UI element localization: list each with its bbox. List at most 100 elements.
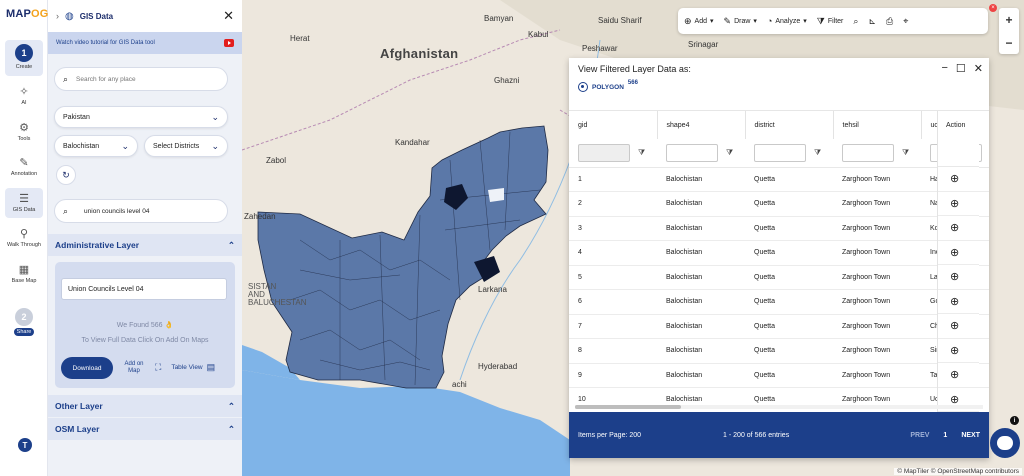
admin-layer-header[interactable]: Administrative Layer ⌃	[48, 234, 242, 256]
zoom-to-feature-icon[interactable]: ⊕	[938, 314, 979, 339]
help-button[interactable]: T	[18, 438, 32, 452]
filter-icon[interactable]: ⧩	[638, 148, 645, 158]
analyze-icon: ◔	[766, 16, 773, 26]
next-button[interactable]: NEXT	[961, 432, 980, 439]
map-label-srinagar: Srinagar	[688, 40, 719, 49]
close-icon[interactable]: ✕	[223, 8, 234, 24]
download-button[interactable]: Download	[61, 357, 113, 379]
tutorial-text: Watch video tutorial for GIS Data tool	[56, 40, 155, 46]
zoom-in-button[interactable]: +	[999, 8, 1019, 31]
col-district[interactable]: district	[745, 111, 834, 139]
map-label-bamyan: Bamyan	[484, 14, 514, 23]
print-button[interactable]: ⎙	[886, 16, 893, 27]
col-shape4[interactable]: shape4	[657, 111, 746, 139]
chevron-down-icon: ⌄	[211, 140, 219, 151]
items-per-page[interactable]: Items per Page: 200	[578, 432, 641, 439]
cell-tehsil: Zarghoon Town	[833, 338, 921, 364]
table-footer: Items per Page: 200 1 - 200 of 566 entri…	[569, 412, 989, 458]
zoom-to-feature-icon[interactable]: ⊕	[938, 192, 979, 216]
zoom-to-feature-icon[interactable]: ⊕	[938, 216, 979, 241]
table-row[interactable]: 9 Balochistan Quetta Zarghoon Town Ta	[569, 363, 989, 388]
filter-icon[interactable]: ⧩	[902, 148, 909, 158]
table-row[interactable]: 6 Balochistan Quetta Zarghoon Town Go	[569, 289, 989, 315]
filter-button[interactable]: ⧩ Filter	[817, 16, 844, 27]
rail-walkthrough[interactable]: ⚲ Walk Through	[5, 226, 43, 249]
zoom-to-feature-icon[interactable]: ⊕	[938, 363, 979, 388]
toolbar-close-icon[interactable]: ×	[989, 4, 997, 12]
entries-range: 1 - 200 of 566 entries	[723, 431, 790, 439]
map-toolbar: ⊕ Add ▾ ✎ Draw ▾ ◔ Analyze ▾ ⧩ Filter ⌕ ⊾ ⎙ ⌖	[678, 8, 988, 34]
layer-name-field[interactable]: Union Councils Level 04	[61, 278, 227, 300]
other-layer-header[interactable]: Other Layer ⌃	[48, 395, 242, 417]
locate-button[interactable]: ⌖	[903, 16, 908, 27]
search-map-button[interactable]: ⌕	[853, 16, 858, 27]
filter-input-gid[interactable]	[578, 143, 630, 162]
app-logo[interactable]: MAPOG	[6, 8, 49, 20]
draw-button[interactable]: ✎ Draw ▾	[724, 16, 757, 27]
cell-district: Quetta	[745, 289, 833, 315]
gis-globe-icon: ◍	[65, 10, 74, 22]
chevron-down-icon: ⌄	[121, 140, 129, 151]
add-button[interactable]: ⊕ Add ▾	[684, 16, 714, 27]
table-row[interactable]: 2 Balochistan Quetta Zarghoon Town Na	[569, 191, 989, 217]
rail-ai-label: AI	[21, 100, 27, 106]
district-select[interactable]: Select Districts ⌄	[144, 135, 228, 157]
add-on-map-button[interactable]: Add on Map	[121, 361, 147, 375]
refresh-icon[interactable]: ↻	[56, 165, 76, 185]
left-rail: MAPOG 1 Create ✧ AI ⚙ Tools ✎ Annotation…	[0, 0, 48, 476]
country-select[interactable]: Pakistan ⌄	[54, 106, 228, 128]
analyze-button[interactable]: ◔ Analyze ▾	[767, 16, 807, 26]
table-header-row: gid shape4 district tehsil uc	[569, 111, 989, 139]
col-gid[interactable]: gid	[569, 111, 658, 139]
info-icon[interactable]: i	[1010, 416, 1019, 425]
table-row[interactable]: 4 Balochistan Quetta Zarghoon Town Inc	[569, 240, 989, 266]
province-select[interactable]: Balochistan ⌄	[54, 135, 138, 157]
zoom-out-button[interactable]: −	[999, 31, 1019, 54]
chat-button[interactable]	[990, 428, 1020, 458]
cell-shape4: Balochistan	[657, 216, 745, 241]
layer-search[interactable]: ⌕ union councils level 04	[54, 199, 228, 223]
filter-icon[interactable]: ⧩	[726, 148, 733, 158]
cell-tehsil: Zarghoon Town	[833, 363, 921, 388]
rail-annotation[interactable]: ✎ Annotation	[5, 155, 43, 178]
measure-button[interactable]: ⊾	[868, 16, 876, 27]
data-table-wrap[interactable]: gid shape4 district tehsil uc ⧩ ⧩ ⧩ ⧩ 1 …	[569, 110, 989, 412]
filter-input-district[interactable]	[754, 143, 806, 162]
rail-create[interactable]: 1 Create	[5, 40, 43, 76]
maximize-icon[interactable]: ☐	[956, 62, 966, 75]
cell-district: Quetta	[745, 216, 833, 241]
rail-ai[interactable]: ✧ AI	[5, 84, 43, 107]
filter-icon[interactable]: ⧩	[814, 148, 821, 158]
close-icon[interactable]: ✕	[974, 62, 983, 75]
horizontal-scrollbar[interactable]	[575, 405, 983, 409]
table-row[interactable]: 7 Balochistan Quetta Zarghoon Town Ch	[569, 314, 989, 339]
table-row[interactable]: 3 Balochistan Quetta Zarghoon Town Ko	[569, 216, 989, 241]
table-row[interactable]: 8 Balochistan Quetta Zarghoon Town Sir	[569, 338, 989, 364]
cell-tehsil: Zarghoon Town	[833, 216, 921, 241]
col-tehsil[interactable]: tehsil	[833, 111, 922, 139]
zoom-to-feature-icon[interactable]: ⊕	[938, 290, 979, 314]
zoom-to-feature-icon[interactable]: ⊕	[938, 167, 979, 192]
scroll-thumb[interactable]	[575, 405, 681, 409]
table-view-button[interactable]: ⛶ Table View ▤	[155, 362, 215, 373]
zoom-to-feature-icon[interactable]: ⊕	[938, 241, 979, 265]
place-search-input[interactable]	[76, 75, 207, 83]
zoom-to-feature-icon[interactable]: ⊕	[938, 265, 979, 290]
tutorial-banner[interactable]: Watch video tutorial for GIS Data tool	[48, 32, 242, 54]
place-search[interactable]: ⌕	[54, 67, 228, 91]
zoom-to-feature-icon[interactable]: ⊕	[938, 339, 979, 363]
osm-layer-header[interactable]: OSM Layer ⌃	[48, 418, 242, 440]
rail-basemap[interactable]: ▦ Base Map	[5, 262, 43, 285]
filter-input-shape4[interactable]	[666, 143, 718, 162]
polygon-radio[interactable]: POLYGON 566	[578, 80, 638, 92]
current-page[interactable]: 1	[943, 432, 947, 439]
chevron-right-icon[interactable]: ›	[56, 11, 59, 21]
rail-tools[interactable]: ⚙ Tools	[5, 120, 43, 143]
minimize-icon[interactable]: −	[941, 62, 947, 75]
rail-gis-data[interactable]: ☰ GIS Data	[5, 188, 43, 218]
filter-input-tehsil[interactable]	[842, 143, 894, 162]
table-row[interactable]: 5 Balochistan Quetta Zarghoon Town La	[569, 265, 989, 290]
table-row[interactable]: 1 Balochistan Quetta Zarghoon Town Ha	[569, 167, 989, 192]
rail-share[interactable]: 2 Share	[5, 308, 43, 336]
prev-button[interactable]: PREV	[910, 432, 929, 439]
